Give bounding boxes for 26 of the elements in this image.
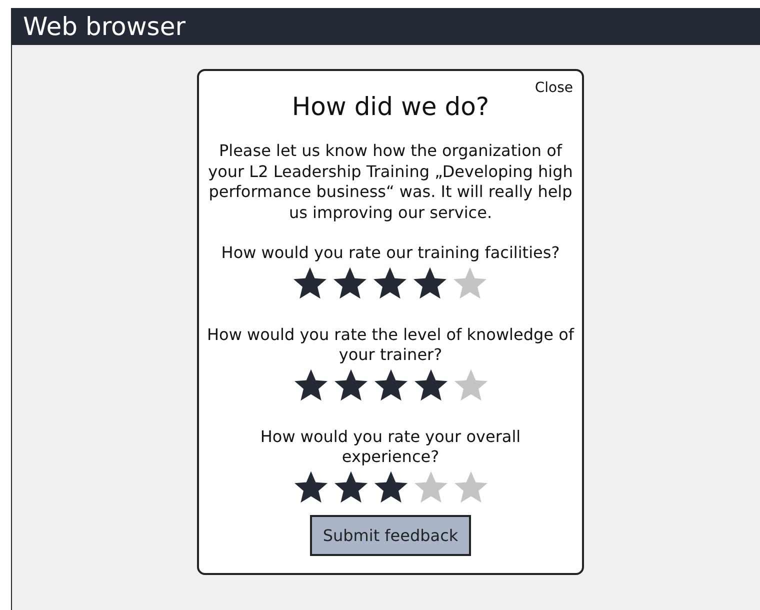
star-icon[interactable] [332,367,368,403]
star-rating[interactable] [292,265,488,301]
star-icon[interactable] [412,265,448,301]
dialog-message: Please let us know how the organization of your L2 Leadership Training „Developing high performance business“ was. It will really help us improving our service. [207,141,574,223]
star-icon[interactable] [372,469,408,505]
star-icon[interactable] [292,367,328,403]
star-icon[interactable] [452,367,488,403]
star-rating[interactable] [292,367,488,403]
star-icon[interactable] [332,469,368,505]
close-link[interactable]: Close [534,80,573,96]
dialog-title: How did we do? [292,91,490,123]
rating-question: How would you rate your overall experience? [259,427,522,467]
window-title: Web browser [23,12,186,41]
star-icon[interactable] [332,265,368,301]
star-icon[interactable] [292,469,328,505]
star-icon[interactable] [452,469,488,505]
star-icon[interactable] [412,469,448,505]
star-icon[interactable] [412,367,448,403]
star-rating[interactable] [292,469,488,505]
star-icon[interactable] [292,265,328,301]
rating-question: How would you rate the level of knowledge of your trainer? [207,325,574,365]
star-icon[interactable] [372,367,408,403]
star-icon[interactable] [372,265,408,301]
rating-question: How would you rate our training facilities? [221,243,560,263]
submit-button[interactable]: Submit feedback [310,515,472,556]
star-icon[interactable] [452,265,488,301]
